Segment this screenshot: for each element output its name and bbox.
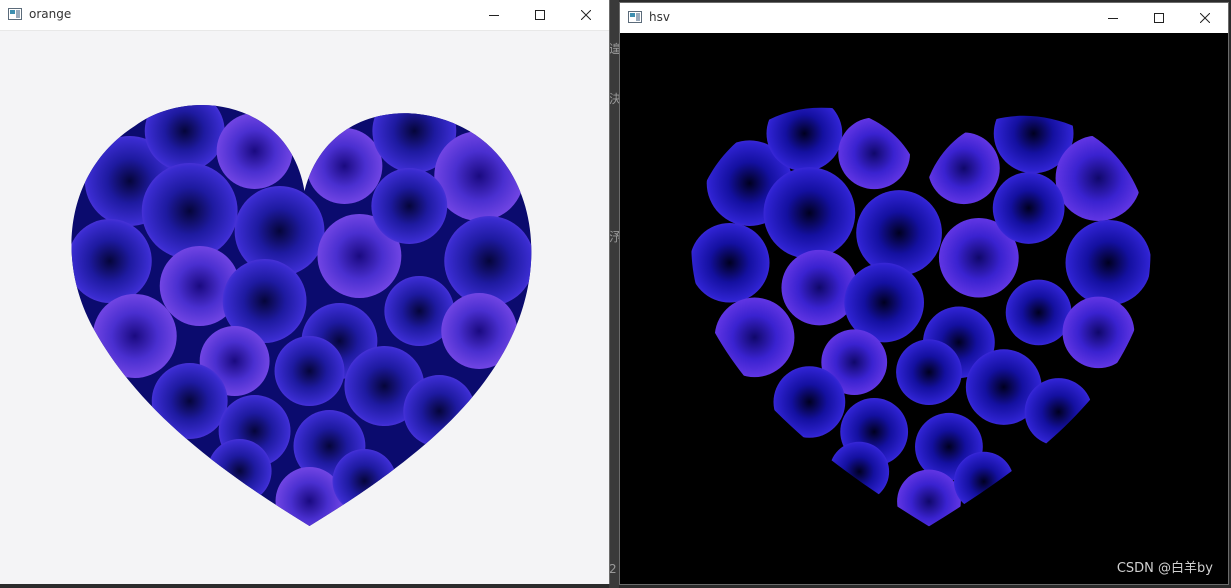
- minimize-button[interactable]: [1090, 3, 1136, 33]
- titlebar[interactable]: orange: [0, 0, 609, 31]
- close-icon: [1200, 13, 1210, 23]
- rose-heart-image: [71, 105, 532, 526]
- image-canvas[interactable]: [0, 31, 609, 584]
- minimize-icon: [489, 15, 499, 16]
- close-icon: [581, 10, 591, 20]
- minimize-icon: [1108, 18, 1118, 19]
- window-orange[interactable]: orange: [0, 0, 610, 584]
- window-title: orange: [29, 7, 72, 21]
- background-glyph: 2: [609, 562, 617, 576]
- background-glyph: 決: [609, 92, 619, 106]
- window-title: hsv: [649, 10, 670, 24]
- minimize-button[interactable]: [471, 0, 517, 30]
- background-glyph: 遑: [609, 42, 619, 56]
- background-terminal-strip: 遑 決 汿 2: [609, 0, 619, 588]
- background-glyph: 汿: [609, 230, 619, 244]
- maximize-button[interactable]: [1136, 3, 1182, 33]
- maximize-icon: [1154, 13, 1164, 23]
- maximize-button[interactable]: [517, 0, 563, 30]
- window-hsv[interactable]: hsv CSDN @白羊by: [619, 2, 1229, 585]
- watermark: CSDN @白羊by: [1116, 561, 1213, 576]
- titlebar[interactable]: hsv: [620, 3, 1228, 33]
- maximize-icon: [535, 10, 545, 20]
- rose-heart-mask-image: [691, 107, 1151, 527]
- image-canvas[interactable]: CSDN @白羊by: [620, 34, 1228, 584]
- close-button[interactable]: [563, 0, 609, 30]
- opencv-window-icon: [628, 11, 642, 23]
- close-button[interactable]: [1182, 3, 1228, 33]
- opencv-window-icon: [8, 8, 22, 20]
